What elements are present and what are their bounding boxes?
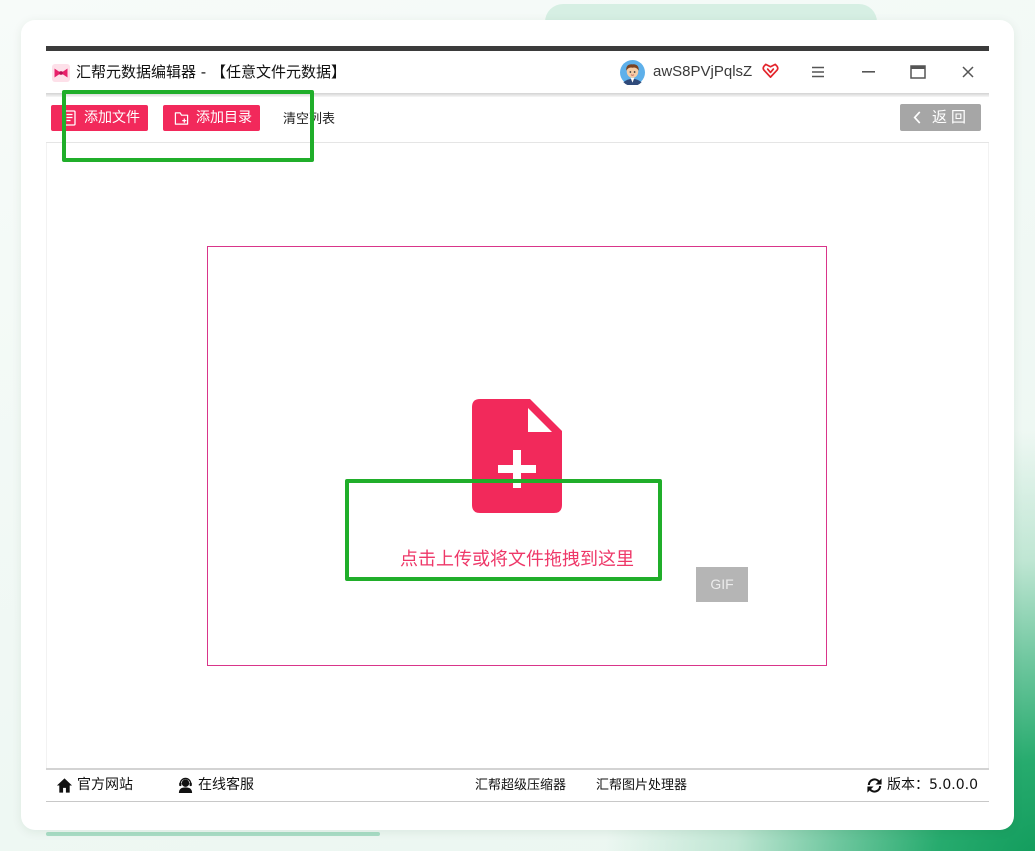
official-website-link[interactable]: 官方网站 xyxy=(77,770,133,801)
back-button[interactable]: 返回 xyxy=(900,104,981,131)
menu-button[interactable] xyxy=(798,51,838,93)
customer-service-icon xyxy=(177,777,194,794)
app-logo-icon xyxy=(52,64,70,82)
footer: 官方网站 在线客服 汇帮超级压缩器 汇帮图片处理器 版本：5.0.0.0 xyxy=(46,768,989,802)
title-bar: 汇帮元数据编辑器 - 【任意文件元数据】 awS8PVjPqlsZ xyxy=(46,51,989,93)
online-support-link[interactable]: 在线客服 xyxy=(198,770,254,801)
file-list-icon xyxy=(62,110,77,126)
add-folder-button[interactable]: 添加目录 xyxy=(163,105,260,131)
add-file-label: 添加文件 xyxy=(84,110,140,126)
username[interactable]: awS8PVjPqlsZ xyxy=(653,51,752,93)
app-card: 汇帮元数据编辑器 - 【任意文件元数据】 awS8PVjPqlsZ 添加文件 添… xyxy=(21,20,1014,830)
menu-icon xyxy=(812,66,824,78)
app-window: 汇帮元数据编辑器 - 【任意文件元数据】 awS8PVjPqlsZ 添加文件 添… xyxy=(46,46,989,802)
add-file-button[interactable]: 添加文件 xyxy=(51,105,148,131)
maximize-icon xyxy=(910,65,926,79)
minimize-button[interactable] xyxy=(848,51,888,93)
main-area: 点击上传或将文件拖拽到这里 GIF xyxy=(46,143,989,768)
minimize-icon xyxy=(861,71,875,73)
back-label: 返回 xyxy=(932,108,971,126)
close-icon xyxy=(962,66,974,78)
clear-list-button[interactable]: 清空列表 xyxy=(283,96,335,143)
image-processor-link[interactable]: 汇帮图片处理器 xyxy=(596,770,687,801)
background-strip xyxy=(46,832,380,836)
folder-plus-icon xyxy=(174,110,189,126)
version-label: 版本：5.0.0.0 xyxy=(887,777,978,793)
avatar-icon[interactable] xyxy=(620,60,645,85)
window-title: 汇帮元数据编辑器 - 【任意文件元数据】 xyxy=(76,63,346,81)
refresh-icon[interactable] xyxy=(866,777,883,794)
toolbar: 添加文件 添加目录 清空列表 返回 xyxy=(46,96,989,143)
vip-heart-icon[interactable] xyxy=(762,62,779,79)
file-dropzone[interactable]: 点击上传或将文件拖拽到这里 GIF xyxy=(207,246,827,666)
compressor-link[interactable]: 汇帮超级压缩器 xyxy=(475,770,566,801)
home-icon xyxy=(56,777,73,794)
maximize-button[interactable] xyxy=(898,51,938,93)
chevron-left-icon xyxy=(913,111,921,124)
file-plus-icon xyxy=(472,399,562,513)
close-button[interactable] xyxy=(948,51,988,93)
gif-button[interactable]: GIF xyxy=(696,567,748,602)
add-folder-label: 添加目录 xyxy=(196,110,252,126)
